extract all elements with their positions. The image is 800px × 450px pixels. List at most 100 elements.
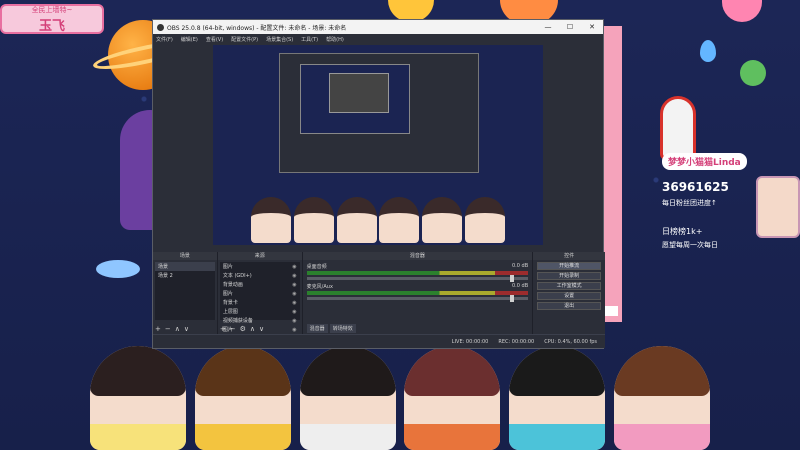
source-label: 上层图 xyxy=(222,309,238,315)
source-item[interactable]: 视频捕获设备 ◉ xyxy=(220,316,300,325)
source-up-button[interactable]: ∧ xyxy=(250,325,255,333)
window-title: OBS 25.0.8 (64-bit, windows) - 配置文件: 未命名… xyxy=(167,24,347,32)
volume-meter xyxy=(306,271,529,275)
source-item[interactable]: 背景卡 ◉ xyxy=(220,298,300,307)
studio-mode-button[interactable]: 工作室模式 xyxy=(537,282,601,290)
source-settings-icon[interactable]: ⚙ xyxy=(240,325,246,333)
rec-status: REC: 00:00:00 xyxy=(498,338,535,345)
character-2 xyxy=(194,346,291,450)
source-label: 背景卡 xyxy=(222,300,238,306)
menu-tools[interactable]: 工具(T) xyxy=(301,36,318,43)
tab-transitions[interactable]: 转场特效 xyxy=(329,324,356,333)
volume-slider-knob[interactable] xyxy=(510,275,515,282)
name-badge: 全民上墙特~ 玉飞 xyxy=(0,4,104,34)
pink-side-panel xyxy=(604,26,622,322)
obs-window: OBS 25.0.8 (64-bit, windows) - 配置文件: 未命名… xyxy=(152,19,605,349)
character-3 xyxy=(299,346,396,450)
green-ball-decoration xyxy=(740,60,766,86)
live-status: LIVE: 00:00:00 xyxy=(451,338,489,345)
preview-character xyxy=(422,197,463,243)
scene-up-button[interactable]: ∧ xyxy=(175,325,180,333)
menu-file[interactable]: 文件(F) xyxy=(156,36,173,43)
add-scene-button[interactable]: + xyxy=(155,325,161,333)
source-label: 文本 (GDI+) xyxy=(222,273,252,279)
volume-slider[interactable] xyxy=(306,275,529,282)
scene-item[interactable]: 场景 2 xyxy=(155,271,215,280)
title-bar: OBS 25.0.8 (64-bit, windows) - 配置文件: 未命名… xyxy=(153,20,603,34)
preview-character xyxy=(336,197,377,243)
visibility-eye-icon[interactable]: ◉ xyxy=(292,300,296,306)
scene-item[interactable]: 场景 xyxy=(155,262,215,271)
source-item[interactable]: 文本 (GDI+) ◉ xyxy=(220,271,300,280)
visibility-eye-icon[interactable]: ◉ xyxy=(292,273,296,279)
source-down-button[interactable]: ∨ xyxy=(259,325,264,333)
source-item[interactable]: 背景动画 ◉ xyxy=(220,280,300,289)
remove-source-button[interactable]: − xyxy=(230,325,236,333)
volume-meter xyxy=(306,291,529,295)
minimize-button[interactable]: — xyxy=(537,20,559,34)
source-label: 图片 xyxy=(222,291,233,297)
streamer-name: 梦梦小猫猫Linda xyxy=(662,153,747,170)
menu-scene-collection[interactable]: 场景集合(S) xyxy=(266,36,293,43)
character-strip xyxy=(90,340,710,450)
visibility-eye-icon[interactable]: ◉ xyxy=(292,264,296,270)
controls-panel: 控件 开始推流 开始录制 工作室模式 设置 退出 xyxy=(533,252,605,334)
mixer-tabs: 混音器 转场特效 xyxy=(306,324,356,333)
scenes-panel: 场景 场景 场景 2 + − ∧ ∨ xyxy=(153,252,217,334)
tab-mixer[interactable]: 混音器 xyxy=(306,324,328,333)
preview-canvas[interactable] xyxy=(213,45,543,245)
visibility-eye-icon[interactable]: ◉ xyxy=(292,327,296,333)
cpu-status: CPU: 0.4%, 60.00 fps xyxy=(544,338,597,345)
visibility-eye-icon[interactable]: ◉ xyxy=(292,318,296,324)
source-item[interactable]: 图片 ◉ xyxy=(220,289,300,298)
visibility-eye-icon[interactable]: ◉ xyxy=(292,291,296,297)
ufo-decoration xyxy=(96,260,140,278)
track-db: 0.0 dB xyxy=(512,283,529,289)
volume-slider[interactable] xyxy=(306,295,529,302)
nested-preview-inner xyxy=(300,64,410,134)
menu-edit[interactable]: 编辑(E) xyxy=(181,36,198,43)
preview-character xyxy=(251,197,291,243)
scenes-list: 场景 场景 2 xyxy=(155,262,215,320)
start-streaming-button[interactable]: 开始推流 xyxy=(537,262,601,270)
settings-button[interactable]: 设置 xyxy=(537,292,601,300)
scene-down-button[interactable]: ∨ xyxy=(184,325,189,333)
mixer-panel: 混音器 桌面音频 0.0 dB 麦克风/Aux 0.0 dB 混音器 转场特效 xyxy=(302,252,533,334)
visibility-eye-icon[interactable]: ◉ xyxy=(292,282,296,288)
character-4 xyxy=(404,346,501,450)
remove-scene-button[interactable]: − xyxy=(165,325,171,333)
preview-character xyxy=(293,197,334,243)
pink-ball-decoration xyxy=(722,0,762,22)
exit-button[interactable]: 退出 xyxy=(537,302,601,310)
preview-character xyxy=(379,197,420,243)
scenes-tools: + − ∧ ∨ xyxy=(155,325,189,333)
sources-tools: + − ⚙ ∧ ∨ xyxy=(220,325,264,333)
track-name: 麦克风/Aux xyxy=(306,284,333,290)
water-drop-decoration xyxy=(700,40,716,62)
track-name: 桌面音频 xyxy=(306,264,327,270)
source-item[interactable]: 上层图 ◉ xyxy=(220,307,300,316)
daily-note: 愿望每周一次每日 xyxy=(662,241,718,249)
side-panel-button[interactable] xyxy=(604,306,618,316)
source-label: 视频捕获设备 xyxy=(222,318,253,324)
mixer-title: 混音器 xyxy=(302,252,533,260)
track-db: 0.0 dB xyxy=(512,263,529,269)
source-label: 背景动画 xyxy=(222,282,243,288)
add-source-button[interactable]: + xyxy=(220,325,226,333)
menu-help[interactable]: 帮助(H) xyxy=(326,36,344,43)
close-button[interactable]: ✕ xyxy=(581,20,603,34)
volume-slider-knob[interactable] xyxy=(510,295,515,302)
mixer-track-desktop: 桌面音频 0.0 dB xyxy=(306,263,529,282)
sources-list: 图片 ◉ 文本 (GDI+) ◉ 背景动画 ◉ 图片 ◉ 背景卡 ◉ 上层图 ◉ 视频捕获设… xyxy=(219,262,300,333)
badge-name: 玉飞 xyxy=(38,18,65,34)
visibility-eye-icon[interactable]: ◉ xyxy=(292,309,296,315)
start-recording-button[interactable]: 开始录制 xyxy=(537,272,601,280)
controls-title: 控件 xyxy=(533,252,605,260)
nested-preview-inner2 xyxy=(329,73,389,113)
menu-view[interactable]: 查看(V) xyxy=(206,36,223,43)
character-5 xyxy=(509,346,606,450)
source-item[interactable]: 图片 ◉ xyxy=(220,262,300,271)
menu-profile[interactable]: 配置文件(P) xyxy=(231,36,258,43)
maximize-button[interactable]: ☐ xyxy=(559,20,581,34)
streamer-avatar xyxy=(756,176,800,238)
